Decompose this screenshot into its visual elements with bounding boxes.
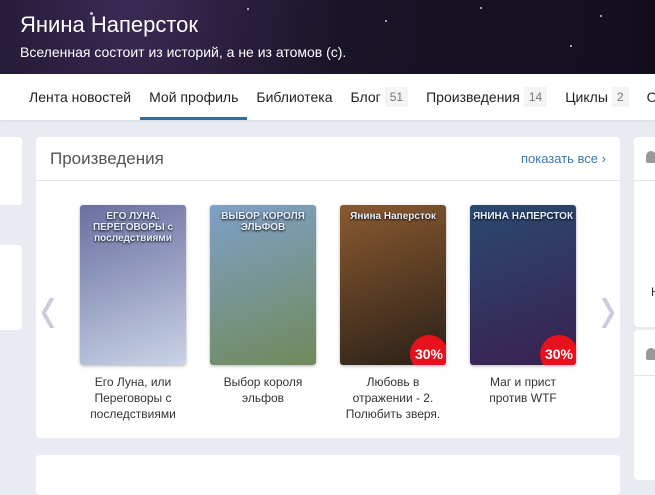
show-all-link[interactable]: показать все › <box>521 151 606 166</box>
nav-tab[interactable]: Лента новостей <box>20 74 140 120</box>
nav-tab[interactable]: Библиотека <box>247 74 341 120</box>
book-title[interactable]: Маг и прист против WTF <box>468 374 578 406</box>
right-text: Н <box>651 285 655 299</box>
book-cover[interactable]: ЯНИНА НАПЕРСТОК 30% <box>470 205 576 365</box>
nav-tab-count: 14 <box>523 87 548 107</box>
carousel-next-button[interactable]: › <box>600 265 616 353</box>
nav-tab-label: Лента новостей <box>29 89 132 105</box>
works-title: Произведения <box>50 148 164 168</box>
carousel-prev-button[interactable]: ‹ <box>40 265 56 353</box>
nav-tab[interactable]: Мой профиль <box>140 74 248 120</box>
profile-nav: Лента новостей Мой профиль Библиотека Блог 5… <box>0 74 655 120</box>
discount-badge: 30% <box>540 335 576 365</box>
book-cover[interactable]: Янина Наперсток 30% <box>340 205 446 365</box>
nav-tab-label: Ос <box>646 89 655 105</box>
next-card <box>36 455 620 495</box>
nav-tab-count: 2 <box>611 87 629 107</box>
nav-tab[interactable]: Блог 51 <box>342 74 418 120</box>
nav-tab-count: 51 <box>384 87 409 107</box>
book-item[interactable]: ВЫБОР КОРОЛЯ ЭЛЬФОВ Выбор короля эльфов <box>208 205 318 406</box>
author-status: Вселенная состоит из историй, а не из ат… <box>20 44 347 60</box>
book-title[interactable]: Выбор короля эльфов <box>208 374 318 406</box>
works-card: Произведения показать все › ‹ › ЕГО ЛУНА… <box>36 137 620 438</box>
book-cover[interactable]: ЕГО ЛУНА. ПЕРЕГОВОРЫ с последствиями <box>80 205 186 365</box>
cover-text: ВЫБОР КОРОЛЯ ЭЛЬФОВ <box>221 211 305 233</box>
book-title[interactable]: Любовь в отражении - 2. Полюбить зверя. <box>338 374 448 422</box>
nav-tab-label: Мой профиль <box>149 89 239 105</box>
cover-text: ЯНИНА НАПЕРСТОК <box>472 211 574 222</box>
discount-badge: 30% <box>410 335 446 365</box>
cover-text: Янина Наперсток <box>350 211 436 222</box>
right-card: Н <box>634 137 655 327</box>
book-cover[interactable]: ВЫБОР КОРОЛЯ ЭЛЬФОВ <box>210 205 316 365</box>
nav-tab[interactable]: Ос <box>638 74 655 120</box>
nav-tab[interactable]: Циклы 2 <box>556 74 637 120</box>
user-icon <box>646 348 655 360</box>
user-icon <box>646 151 655 163</box>
book-item[interactable]: ЯНИНА НАПЕРСТОК 30% Маг и прист против WTF <box>468 205 578 406</box>
profile-header: Янина Наперсток Вселенная состоит из ист… <box>0 0 655 74</box>
right-card <box>634 330 655 480</box>
chevron-right-icon: › <box>601 151 606 166</box>
cover-text: ЕГО ЛУНА. ПЕРЕГОВОРЫ с последствиями <box>92 211 174 244</box>
nav-tab-label: Произведения <box>426 89 520 105</box>
author-name: Янина Наперсток <box>20 12 199 37</box>
book-item[interactable]: Янина Наперсток 30% Любовь в отражении - 2… <box>338 205 448 422</box>
nav-tab-label: Блог <box>350 89 381 105</box>
book-item[interactable]: ЕГО ЛУНА. ПЕРЕГОВОРЫ с последствиями Его … <box>78 205 188 422</box>
nav-tab-label: Библиотека <box>256 89 333 105</box>
left-card <box>0 137 22 205</box>
nav-tab[interactable]: Произведения 14 <box>417 74 556 120</box>
nav-tab-label: Циклы <box>565 89 608 105</box>
left-card <box>0 245 22 330</box>
book-title[interactable]: Его Луна, или Переговоры с последствиями <box>78 374 188 422</box>
